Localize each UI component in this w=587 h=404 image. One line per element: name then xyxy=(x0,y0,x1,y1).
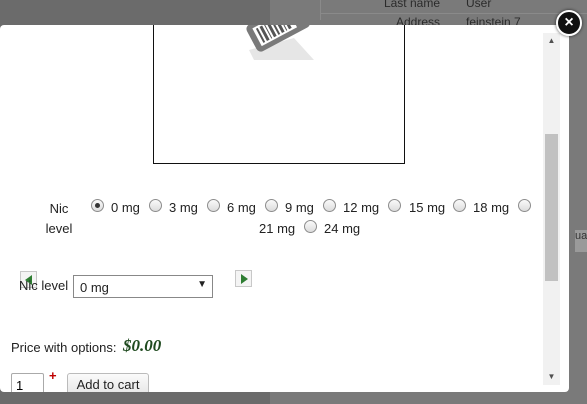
next-button[interactable] xyxy=(235,270,252,287)
nic-option-label: 0 mg xyxy=(111,200,140,215)
scrollbar-thumb[interactable] xyxy=(545,134,558,281)
nic-option-label: 12 mg xyxy=(343,200,380,215)
dropdown-arrow-icon: ▼ xyxy=(197,279,207,290)
background-divider xyxy=(320,0,321,20)
nic-level-select-value: 0 mg xyxy=(80,280,109,295)
nic-option-radio-12mg[interactable] xyxy=(323,199,336,212)
background-row-key: Last name xyxy=(383,0,440,10)
product-image xyxy=(153,25,405,164)
scroll-up-icon[interactable]: ▲ xyxy=(543,33,560,49)
nic-option-radio-3mg[interactable] xyxy=(149,199,162,212)
background-divider xyxy=(320,13,587,14)
nic-option-label: 6 mg xyxy=(227,200,256,215)
nic-level-select[interactable]: 0 mg ▼ xyxy=(73,275,213,298)
barcode-price-tag-icon xyxy=(246,25,314,60)
nic-option-radio-24mg[interactable] xyxy=(304,220,317,233)
nic-option-radio-21mg[interactable] xyxy=(518,199,531,212)
background-edge-text: ua xyxy=(575,230,587,252)
nic-level-label: Nic level xyxy=(40,199,78,239)
arrow-right-icon xyxy=(241,274,248,284)
nic-option-radio-0mg[interactable] xyxy=(91,199,104,212)
nic-option-label: 21 mg xyxy=(259,221,296,236)
close-button[interactable]: × xyxy=(556,10,582,36)
add-to-cart-button[interactable]: Add to cart xyxy=(67,373,149,392)
nic-option-label: 15 mg xyxy=(409,200,446,215)
background-row-value: User xyxy=(466,0,492,10)
nic-option-radio-6mg[interactable] xyxy=(207,199,220,212)
scrollbar[interactable]: ▲ ▼ xyxy=(543,33,560,385)
nic-level-select-label: Nic level xyxy=(19,278,69,293)
nic-level-label-line: level xyxy=(45,221,73,236)
nic-option-label: 24 mg xyxy=(324,221,361,236)
nic-option-radio-18mg[interactable] xyxy=(453,199,466,212)
nic-option-label: 9 mg xyxy=(285,200,314,215)
product-options-modal: Nic level 0 mg 3 mg 6 mg 9 mg 12 mg 15 m… xyxy=(0,25,569,392)
nic-option-label: 18 mg xyxy=(473,200,510,215)
nic-option-radio-9mg[interactable] xyxy=(265,199,278,212)
scroll-down-icon[interactable]: ▼ xyxy=(543,369,560,385)
nic-option-radio-15mg[interactable] xyxy=(388,199,401,212)
price-value: $0.00 xyxy=(123,336,162,355)
required-marker: + xyxy=(49,368,57,383)
price-label: Price with options: xyxy=(11,340,117,355)
nic-level-label-line: Nic xyxy=(49,201,69,216)
quantity-input[interactable] xyxy=(11,373,44,392)
nic-option-label: 3 mg xyxy=(169,200,198,215)
background-row: Last name User xyxy=(330,0,570,12)
